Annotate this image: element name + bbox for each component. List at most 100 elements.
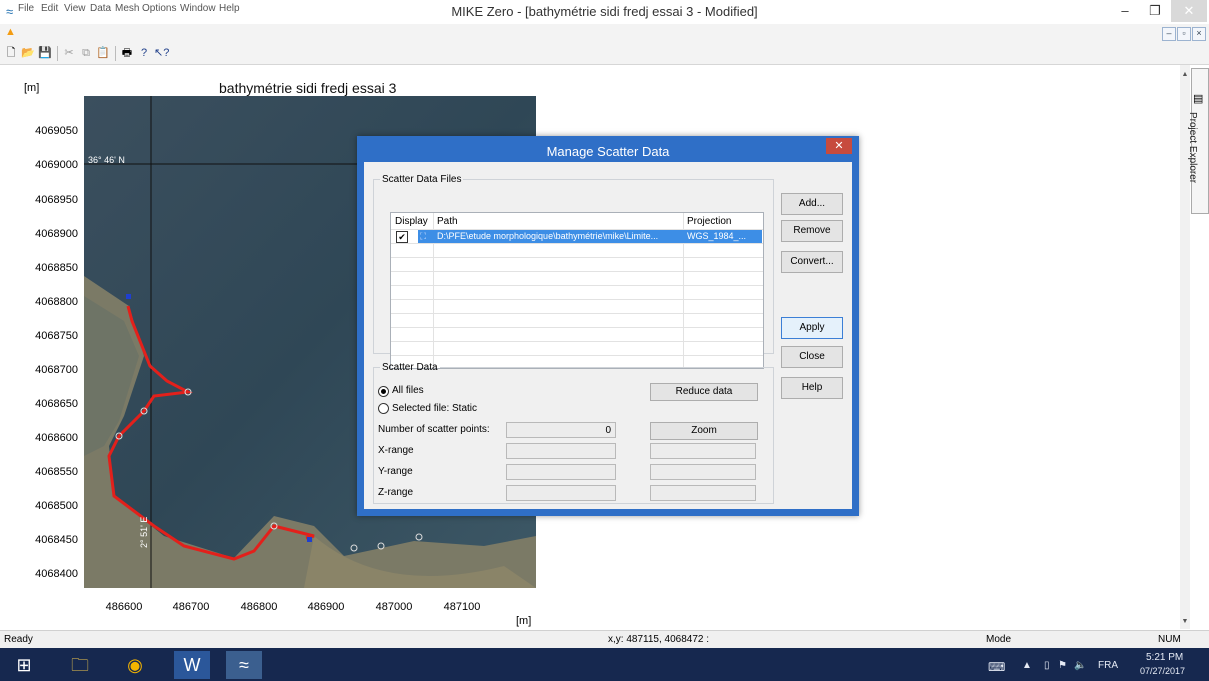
y-axis-unit: [m] [24, 82, 40, 94]
y-range-min-field [506, 464, 616, 480]
column-header-projection[interactable]: Projection [687, 216, 731, 227]
print-icon[interactable]: 🖶 [120, 46, 134, 60]
y-tick-label: 4069000 [35, 159, 78, 171]
menu-file[interactable]: File [18, 3, 34, 14]
dialog-body: Scatter Data Files Display Path Projecti… [364, 162, 852, 509]
x-tick-label: 487100 [443, 601, 481, 613]
x-tick-label: 486800 [240, 601, 278, 613]
x-tick-label: 486700 [172, 601, 210, 613]
menu-mesh[interactable]: Mesh [115, 3, 139, 14]
project-explorer-label: Project Explorer [1187, 112, 1198, 184]
chrome-icon[interactable]: ◉ [117, 651, 153, 679]
y-tick-label: 4068700 [35, 364, 78, 376]
display-checkbox[interactable]: ✔ [396, 231, 408, 243]
menu-help[interactable]: Help [219, 3, 240, 14]
close-app-button[interactable]: ✕ [1171, 0, 1207, 22]
menu-options[interactable]: Options [142, 3, 176, 14]
status-mode: Mode [986, 634, 1012, 645]
clock-time[interactable]: 5:21 PM [1146, 652, 1183, 663]
file-explorer-icon[interactable]: 🗀 [62, 651, 98, 679]
status-num: NUM [1158, 634, 1181, 645]
scatter-files-group: Scatter Data Files Display Path Projecti… [373, 174, 774, 369]
column-header-path[interactable]: Path [437, 216, 458, 227]
selected-file-radio[interactable] [378, 403, 389, 414]
num-points-field: 0 [506, 422, 616, 438]
scatter-file-icon: ⛶ [420, 231, 427, 241]
y-tick-label: 4068650 [35, 398, 78, 410]
x-range-min-field [506, 443, 616, 459]
open-icon[interactable]: 📂 [21, 46, 35, 60]
clock-date[interactable]: 07/27/2017 [1140, 666, 1185, 676]
mdi-minimize-button[interactable]: – [1162, 27, 1176, 41]
help-button[interactable]: Help [781, 377, 843, 399]
all-files-radio[interactable] [378, 386, 389, 397]
dialog-title: Manage Scatter Data [546, 144, 670, 159]
new-icon[interactable]: 🗋 [4, 46, 18, 60]
scatter-data-legend: Scatter Data [382, 362, 438, 373]
x-range-label: X-range [378, 445, 414, 456]
context-help-icon[interactable]: ↖? [154, 46, 169, 60]
language-indicator[interactable]: FRA [1098, 660, 1118, 671]
keyboard-icon[interactable]: ⌨ [988, 660, 1005, 674]
restore-button[interactable]: ❐ [1140, 0, 1170, 22]
y-tick-label: 4068400 [35, 568, 78, 580]
menu-app-icon[interactable]: ▲ [5, 26, 16, 38]
x-range-max-field [650, 443, 756, 459]
network-icon[interactable]: ⚑ [1058, 660, 1067, 671]
tray-chevron-icon[interactable]: ▲ [1022, 660, 1032, 671]
add-button[interactable]: Add... [781, 193, 843, 215]
copy-icon[interactable]: ⧉ [79, 46, 93, 60]
remove-button[interactable]: Remove [781, 220, 843, 242]
z-range-min-field [506, 485, 616, 501]
mike-zero-icon[interactable]: ≈ [226, 651, 262, 679]
selected-file-value: Static [452, 403, 478, 414]
row-projection[interactable]: WGS_1984_... [687, 230, 759, 243]
convert-button[interactable]: Convert... [781, 251, 843, 273]
y-tick-label: 4068550 [35, 466, 78, 478]
toolbar [0, 42, 1209, 65]
minimize-button[interactable]: – [1110, 0, 1140, 22]
mdi-close-button[interactable]: × [1192, 27, 1206, 41]
x-tick-label: 486600 [105, 601, 143, 613]
plot-title: bathymétrie sidi fredj essai 3 [219, 80, 397, 96]
paste-icon[interactable]: 📋 [96, 46, 110, 60]
longitude-label: 2° 51' E [139, 516, 149, 548]
y-tick-label: 4068950 [35, 194, 78, 206]
cut-icon[interactable]: ✂ [62, 46, 76, 60]
mdi-restore-button[interactable]: ▫ [1177, 27, 1191, 41]
dialog-close-button[interactable]: ✕ [826, 138, 852, 154]
reduce-data-button[interactable]: Reduce data [650, 383, 758, 401]
column-header-display[interactable]: Display [395, 216, 428, 227]
status-coordinates: x,y: 487115, 4068472 : [608, 634, 710, 645]
menu-window[interactable]: Window [180, 3, 216, 14]
menu-bar [0, 24, 1209, 42]
y-tick-label: 4068800 [35, 296, 78, 308]
toolbar-separator [57, 46, 58, 61]
save-icon[interactable]: 💾 [38, 46, 52, 60]
boundary-start-marker [126, 294, 131, 299]
help-icon[interactable]: ? [137, 46, 151, 60]
x-axis-unit: [m] [516, 615, 532, 627]
windows-start-icon[interactable]: ⊞ [6, 651, 42, 679]
menu-data[interactable]: Data [90, 3, 111, 14]
y-tick-label: 4068600 [35, 432, 78, 444]
zoom-button[interactable]: Zoom [650, 422, 758, 440]
apply-button[interactable]: Apply [781, 317, 843, 339]
battery-icon[interactable]: ▯ [1044, 660, 1050, 671]
scroll-down-icon[interactable]: ▼ [1180, 617, 1190, 627]
volume-icon[interactable]: 🔈 [1074, 660, 1086, 671]
boundary-end-marker [307, 537, 312, 542]
y-range-label: Y-range [378, 466, 413, 477]
scatter-files-table[interactable]: Display Path Projection ✔ ⛶ D:\PFE\etude… [390, 212, 764, 369]
toolbar-separator [115, 46, 116, 61]
scroll-up-icon[interactable]: ▲ [1180, 70, 1190, 80]
menu-view[interactable]: View [64, 3, 86, 14]
row-path[interactable]: D:\PFE\etude morphologique\bathymétrie\m… [437, 230, 681, 243]
selected-file-label: Selected file: [392, 403, 450, 414]
menu-edit[interactable]: Edit [41, 3, 58, 14]
all-files-label: All files [392, 385, 424, 396]
y-tick-label: 4069050 [35, 125, 78, 137]
y-tick-label: 4068500 [35, 500, 78, 512]
close-button[interactable]: Close [781, 346, 843, 368]
word-icon[interactable]: W [174, 651, 210, 679]
